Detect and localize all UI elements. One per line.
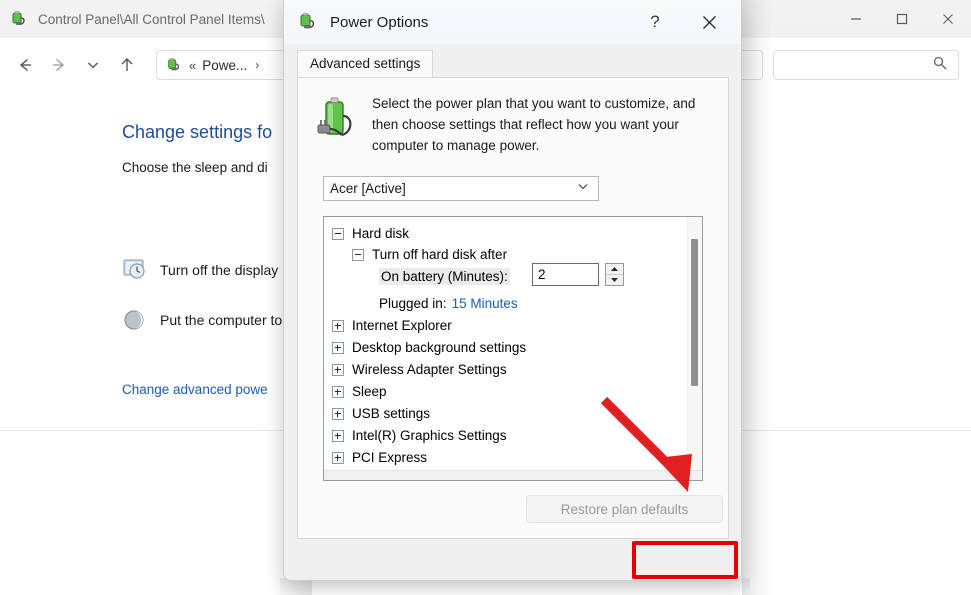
power-plug-icon (165, 56, 183, 74)
tree-node-label: Turn off hard disk after (372, 247, 508, 262)
dialog-footer: OK Cancel Apply (284, 544, 741, 580)
plugged-in-value[interactable]: 15 Minutes (452, 296, 518, 311)
dialog-body: Advanced settings Select the power plan … (284, 44, 741, 580)
tree-node-intel-graphics-settings[interactable]: Intel(R) Graphics Settings (332, 425, 507, 446)
tree-node-label: Sleep (352, 384, 387, 399)
on-battery-label: On battery (Minutes): (379, 268, 510, 285)
restore-plan-defaults-button[interactable]: Restore plan defaults (526, 495, 723, 523)
expand-plus-icon[interactable] (332, 407, 344, 420)
close-icon[interactable] (687, 0, 731, 44)
collapse-minus-icon[interactable] (332, 227, 344, 240)
dialog-title: Power Options (330, 13, 429, 31)
search-icon (932, 55, 948, 76)
collapse-minus-icon[interactable] (352, 248, 364, 261)
tree-node-pci-express[interactable]: PCI Express (332, 447, 427, 468)
power-plan-select[interactable]: Acer [Active] (323, 176, 599, 201)
tree-node-label: USB settings (352, 406, 431, 421)
page-subtitle: Choose the sleep and di (122, 160, 268, 175)
power-plug-icon (10, 10, 28, 28)
breadcrumb-separator: « (189, 57, 197, 73)
tree-node-label: Wireless Adapter Settings (352, 362, 507, 377)
tree-node-usb-settings[interactable]: USB settings (332, 403, 430, 424)
tree-node-label: Desktop background settings (352, 340, 527, 355)
tree-node-sleep[interactable]: Sleep (332, 381, 387, 402)
tabstrip: Advanced settings (297, 50, 729, 78)
tree-node-internet-explorer[interactable]: Internet Explorer (332, 315, 452, 336)
power-plug-icon (298, 12, 318, 32)
sleep-moon-icon (122, 307, 148, 333)
forward-arrow-icon[interactable] (42, 48, 76, 82)
tree-vertical-scrollbar[interactable] (687, 217, 702, 480)
tree-node-label: Internet Explorer (352, 318, 452, 333)
tree-node-wireless-adapter-settings[interactable]: Wireless Adapter Settings (332, 359, 507, 380)
window-controls (833, 0, 971, 38)
tree-node-label: Hard disk (352, 226, 410, 241)
tree-node-label: PCI Express (352, 450, 428, 465)
setting-row-label: Put the computer to (160, 312, 283, 328)
back-arrow-icon[interactable] (8, 48, 42, 82)
chevron-down-icon (576, 179, 590, 198)
up-arrow-icon[interactable] (110, 48, 144, 82)
plugged-in-label: Plugged in: (379, 296, 447, 311)
breadcrumb-next-icon[interactable]: › (255, 58, 259, 72)
expand-plus-icon[interactable] (332, 385, 344, 398)
expand-plus-icon[interactable] (332, 451, 344, 464)
tree-items: Hard disk Turn off hard disk after On ba… (324, 217, 690, 480)
tree-node-plugged-in[interactable]: Plugged in: 15 Minutes (379, 293, 518, 314)
battery-plug-icon (312, 94, 358, 144)
tree-node-desktop-background-settings[interactable]: Desktop background settings (332, 337, 526, 358)
power-plan-value: Acer [Active] (330, 181, 406, 196)
expand-plus-icon[interactable] (332, 363, 344, 376)
spin-down-icon[interactable] (606, 275, 623, 285)
tree-node-turn-off-hard-disk-after[interactable]: Turn off hard disk after (352, 244, 507, 265)
setting-row-turn-off-display: Turn off the display (122, 257, 278, 283)
display-clock-icon (122, 257, 148, 283)
change-advanced-power-settings-link[interactable]: Change advanced powe (122, 382, 268, 397)
close-icon[interactable] (925, 0, 971, 38)
setting-row-put-computer-to-sleep: Put the computer to (122, 307, 282, 333)
page-title: Change settings fo (122, 122, 273, 142)
screen-root: Control Panel\All Control Panel Items\ «… (0, 0, 971, 595)
search-input[interactable] (773, 50, 959, 80)
expand-plus-icon[interactable] (332, 319, 344, 332)
dialog-titlebar: Power Options ? (284, 0, 741, 44)
tree-node-hard-disk[interactable]: Hard disk (332, 223, 409, 244)
chevron-down-icon[interactable] (76, 48, 110, 82)
advanced-settings-panel: Select the power plan that you want to c… (297, 77, 729, 539)
expand-plus-icon[interactable] (332, 341, 344, 354)
power-options-dialog: Power Options ? Advanced settings Select… (283, 0, 742, 581)
spin-up-icon[interactable] (606, 264, 623, 275)
help-button[interactable]: ? (635, 0, 675, 44)
advanced-settings-tree[interactable]: Hard disk Turn off hard disk after On ba… (323, 216, 703, 481)
maximize-icon[interactable] (879, 0, 925, 38)
setting-row-label: Turn off the display (160, 262, 279, 278)
minimize-icon[interactable] (833, 0, 879, 38)
on-battery-minutes-input[interactable]: 2 (532, 263, 599, 286)
control-panel-title: Control Panel\All Control Panel Items\ (38, 11, 265, 27)
breadcrumb[interactable]: Powe... (202, 58, 247, 73)
on-battery-minutes-stepper[interactable]: 2 (532, 263, 624, 286)
tree-node-on-battery: On battery (Minutes): (379, 266, 510, 287)
expand-plus-icon[interactable] (332, 429, 344, 442)
stepper-buttons[interactable] (605, 263, 624, 286)
tree-node-label: Intel(R) Graphics Settings (352, 428, 507, 443)
dialog-intro: Select the power plan that you want to c… (312, 94, 716, 157)
tab-advanced-settings[interactable]: Advanced settings (297, 50, 434, 78)
dialog-intro-text: Select the power plan that you want to c… (372, 96, 696, 153)
tree-horizontal-scrollbar[interactable] (324, 470, 702, 480)
scrollbar-thumb[interactable] (691, 239, 698, 386)
